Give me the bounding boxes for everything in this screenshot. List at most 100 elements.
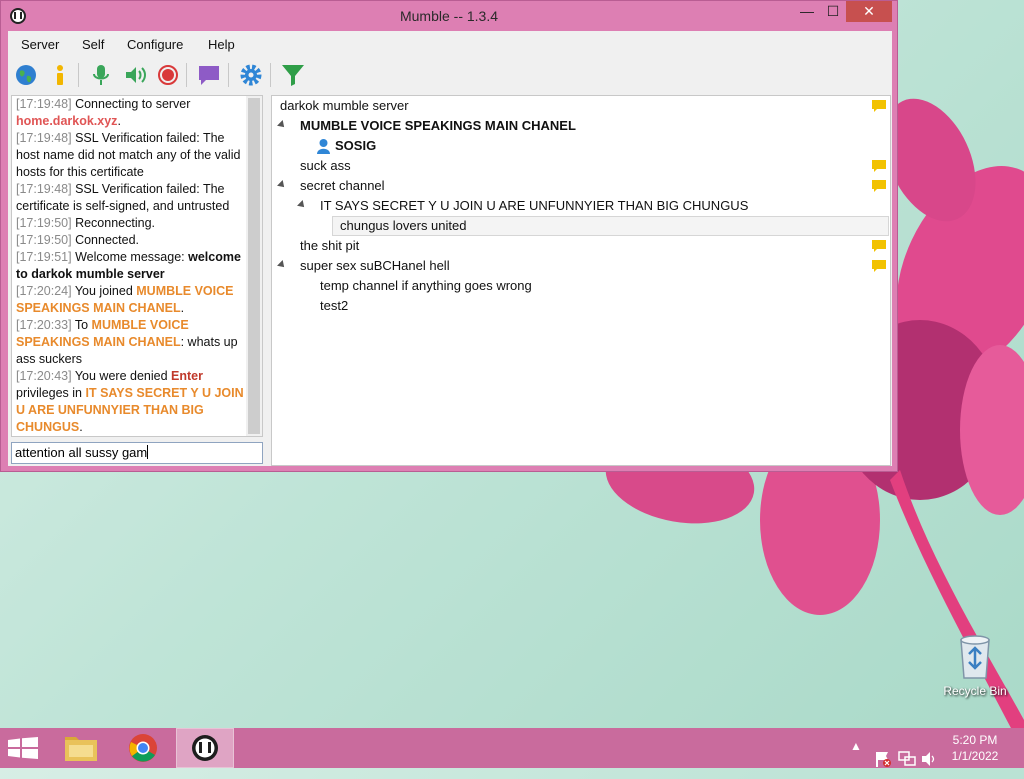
channel-label: temp channel if anything goes wrong xyxy=(320,278,532,293)
chat-timestamp: [17:19:51] xyxy=(16,250,72,264)
expand-arrow-icon[interactable] xyxy=(277,120,287,130)
chat-text: privileges in xyxy=(16,386,86,400)
globe-icon[interactable] xyxy=(14,63,38,87)
channel-row[interactable]: the shit pit xyxy=(272,236,890,256)
chat-text: . xyxy=(79,420,83,434)
maximize-button[interactable]: ☐ xyxy=(820,1,846,22)
expand-arrow-icon[interactable] xyxy=(277,260,287,270)
channel-row[interactable]: secret channel xyxy=(272,176,890,196)
toolbar-separator xyxy=(186,63,187,87)
network-icon[interactable] xyxy=(898,739,916,779)
toolbar xyxy=(8,59,892,91)
channel-row[interactable]: temp channel if anything goes wrong xyxy=(272,276,890,296)
chat-text: You were denied xyxy=(71,369,171,383)
user-row[interactable]: SOSIG xyxy=(272,136,890,156)
channel-row-selected[interactable]: chungus lovers united xyxy=(272,216,890,236)
chat-message: [17:19:48] Connecting to server home.dar… xyxy=(16,96,244,130)
expand-arrow-icon[interactable] xyxy=(297,200,307,210)
chat-message: [17:19:48] SSL Verification failed: The … xyxy=(16,181,244,215)
chat-timestamp: [17:20:43] xyxy=(16,369,72,383)
mumble-taskbar-button[interactable] xyxy=(176,728,234,768)
info-icon[interactable] xyxy=(48,63,72,87)
minimize-button[interactable]: — xyxy=(794,1,820,22)
channel-row[interactable]: super sex suBCHanel hell xyxy=(272,256,890,276)
close-button[interactable]: ✕ xyxy=(846,1,892,22)
comment-icon[interactable] xyxy=(872,100,886,112)
chat-timestamp: [17:19:50] xyxy=(16,216,72,230)
chat-message: [17:20:24] You joined MUMBLE VOICE SPEAK… xyxy=(16,283,244,317)
channel-label: chungus lovers united xyxy=(340,218,467,233)
title-bar[interactable]: Mumble -- 1.3.4 — ☐ ✕ xyxy=(1,1,897,31)
channel-label: super sex suBCHanel hell xyxy=(300,258,450,273)
chat-message: [17:19:50] Reconnecting. xyxy=(16,215,244,232)
chat-text: Connected. xyxy=(71,233,140,247)
comment-icon[interactable] xyxy=(872,180,886,192)
server-root[interactable]: darkok mumble server xyxy=(272,96,890,116)
server-link[interactable]: home.darkok.xyz xyxy=(16,114,117,128)
channel-label: secret channel xyxy=(300,178,385,193)
channel-label: MUMBLE VOICE SPEAKINGS MAIN CHANEL xyxy=(300,118,576,133)
menu-configure[interactable]: Configure xyxy=(127,37,183,52)
toolbar-separator xyxy=(228,63,229,87)
settings-gear-icon[interactable] xyxy=(239,63,263,87)
expand-arrow-icon[interactable] xyxy=(277,180,287,190)
record-icon[interactable] xyxy=(156,63,180,87)
menu-self[interactable]: Self xyxy=(82,37,104,52)
channel-row[interactable]: MUMBLE VOICE SPEAKINGS MAIN CHANEL xyxy=(272,116,890,136)
action-center-flag-icon[interactable] xyxy=(874,739,892,779)
chrome-icon[interactable] xyxy=(128,733,158,763)
chat-text: Connecting to server xyxy=(71,97,191,111)
recycle-bin-icon xyxy=(960,635,990,679)
recycle-bin-label: Recycle Bin xyxy=(943,684,1007,698)
chat-text: Enter xyxy=(171,369,203,383)
user-talking-icon xyxy=(317,139,330,154)
server-name: darkok mumble server xyxy=(280,98,409,113)
channel-label: test2 xyxy=(320,298,349,313)
chat-scrollbar-thumb[interactable] xyxy=(248,98,260,434)
chat-timestamp: [17:20:33] xyxy=(16,318,72,332)
chat-input[interactable]: attention all sussy gam xyxy=(11,442,263,464)
menu-server[interactable]: Server xyxy=(21,37,59,52)
microphone-icon[interactable] xyxy=(89,63,113,87)
chat-message: [17:19:50] Connected. xyxy=(16,232,244,249)
chat-timestamp: [17:20:24] xyxy=(16,284,72,298)
chat-timestamp: [17:19:48] xyxy=(16,97,72,111)
recycle-bin[interactable]: Recycle Bin xyxy=(940,632,1010,704)
clock-time: 5:20 PM xyxy=(952,733,998,747)
chat-timestamp: [17:19:48] xyxy=(16,131,72,145)
tray-overflow-icon[interactable]: ▲ xyxy=(850,739,862,779)
chat-messages: [17:19:48] Connecting to server home.dar… xyxy=(16,96,244,436)
system-clock[interactable]: 5:20 PM 1/1/2022 xyxy=(935,732,1015,764)
text-caret xyxy=(147,445,149,459)
chat-scrollbar[interactable] xyxy=(246,96,262,436)
filter-icon[interactable] xyxy=(281,63,305,87)
chat-timestamp: [17:19:50] xyxy=(16,233,72,247)
chat-timestamp: [17:19:48] xyxy=(16,182,72,196)
comment-icon[interactable] xyxy=(872,240,886,252)
comment-icon[interactable] xyxy=(872,160,886,172)
comment-icon[interactable] xyxy=(872,260,886,272)
client-area: Server Self Configure Help [17:19:48] Co… xyxy=(8,31,892,466)
chat-text: Welcome message: xyxy=(71,250,189,264)
menu-bar: Server Self Configure Help xyxy=(8,31,892,57)
mumble-window: Mumble -- 1.3.4 — ☐ ✕ Server Self Config… xyxy=(0,0,898,472)
chat-text: You joined xyxy=(71,284,137,298)
chat-log[interactable]: [17:19:48] Connecting to server home.dar… xyxy=(11,95,263,437)
toolbar-separator xyxy=(78,63,79,87)
comment-icon[interactable] xyxy=(197,63,221,87)
channel-row[interactable]: suck ass xyxy=(272,156,890,176)
channel-tree[interactable]: darkok mumble server MUMBLE VOICE SPEAKI… xyxy=(271,95,891,466)
chat-message: [17:19:51] Welcome message: welcome to d… xyxy=(16,249,244,283)
channel-row[interactable]: IT SAYS SECRET Y U JOIN U ARE UNFUNNYIER… xyxy=(272,196,890,216)
clock-date: 1/1/2022 xyxy=(951,749,999,763)
channel-row[interactable]: test2 xyxy=(272,296,890,316)
menu-help[interactable]: Help xyxy=(208,37,235,52)
chat-text: . xyxy=(180,301,185,315)
windows-start-icon[interactable] xyxy=(8,737,38,759)
chat-message: [17:20:33] To MUMBLE VOICE SPEAKINGS MAI… xyxy=(16,317,244,368)
toolbar-separator xyxy=(270,63,271,87)
chat-input-text: attention all sussy gam xyxy=(15,445,148,460)
window-title: Mumble -- 1.3.4 xyxy=(399,8,499,24)
speaker-icon[interactable] xyxy=(123,63,147,87)
file-explorer-icon[interactable] xyxy=(64,734,98,762)
